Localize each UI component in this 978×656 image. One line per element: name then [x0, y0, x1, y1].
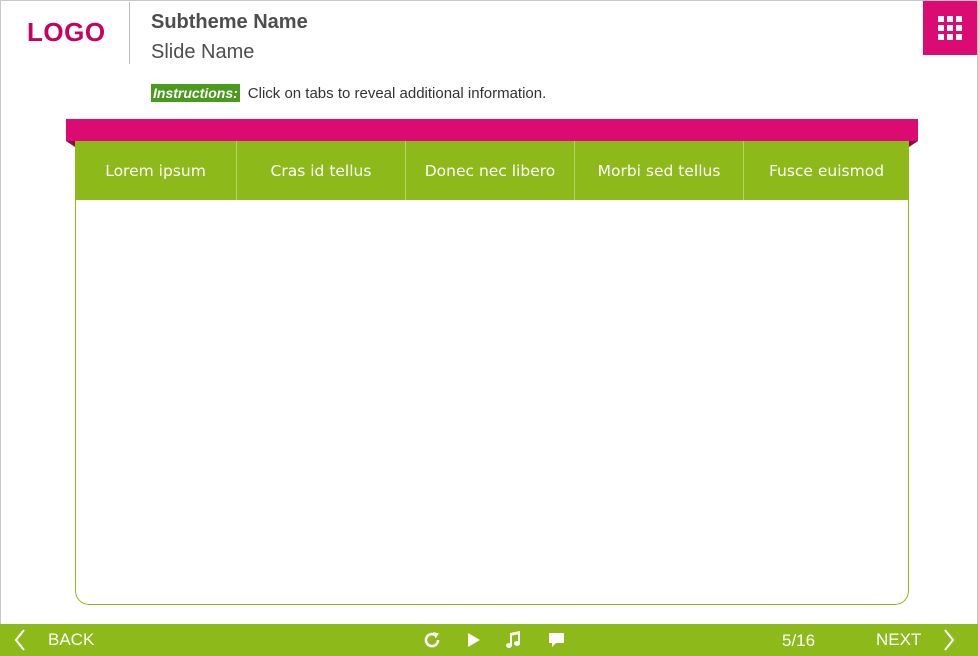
grid-menu-icon: [938, 16, 962, 40]
bar-fold-left: [66, 141, 75, 147]
header-divider: [129, 2, 130, 64]
instructions-text: Click on tabs to reveal additional infor…: [247, 84, 547, 102]
tab-content-panel: [75, 141, 909, 605]
logo: LOGO: [27, 17, 106, 47]
bar-fold-right: [909, 141, 918, 147]
menu-button[interactable]: [923, 1, 977, 55]
comment-button[interactable]: [545, 628, 569, 652]
comment-icon: [549, 633, 564, 647]
instructions-label: Instructions:: [151, 84, 240, 102]
music-icon: [506, 631, 520, 648]
next-button[interactable]: NEXT: [876, 624, 955, 656]
tabs-header-bar: [66, 119, 918, 141]
tab-morbi-sed-tellus[interactable]: Morbi sed tellus: [575, 141, 744, 200]
tab-fusce-euismod[interactable]: Fusce euismod: [744, 141, 909, 200]
footer-bar: BACK 5/16 NEXT: [0, 624, 978, 656]
music-button[interactable]: [502, 628, 526, 652]
replay-icon: [424, 632, 440, 648]
instructions: Instructions: Click on tabs to reveal ad…: [151, 84, 546, 102]
back-label: BACK: [48, 630, 95, 649]
back-button[interactable]: BACK: [14, 624, 94, 656]
chevron-left-icon: [14, 629, 25, 651]
play-button[interactable]: [462, 628, 486, 652]
page-counter: 5/16: [782, 631, 816, 650]
tab-donec-nec-libero[interactable]: Donec nec libero: [406, 141, 575, 200]
subtheme-title: Subtheme Name: [151, 11, 308, 33]
next-label: NEXT: [876, 630, 922, 649]
tab-cras-id-tellus[interactable]: Cras id tellus: [237, 141, 406, 200]
tab-bar: Lorem ipsum Cras id tellus Donec nec lib…: [75, 141, 909, 200]
chevron-right-icon: [944, 629, 955, 651]
replay-button[interactable]: [420, 628, 444, 652]
slide-title: Slide Name: [151, 41, 255, 63]
tab-lorem-ipsum[interactable]: Lorem ipsum: [75, 141, 237, 200]
play-icon: [468, 633, 480, 647]
